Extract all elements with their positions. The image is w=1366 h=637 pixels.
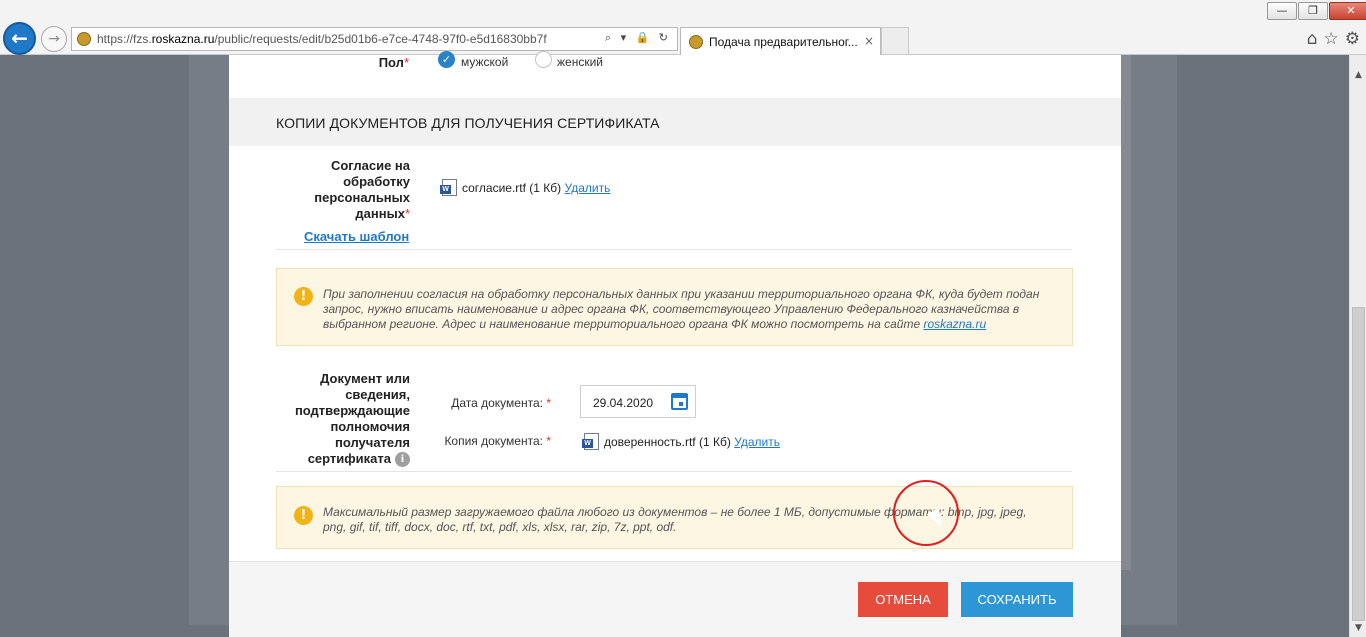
section-header: КОПИИ ДОКУМЕНТОВ ДЛЯ ПОЛУЧЕНИЯ СЕРТИФИКА… bbox=[229, 98, 1121, 146]
download-template-link[interactable]: Скачать шаблон bbox=[304, 229, 409, 244]
gender-option-female[interactable]: женский bbox=[557, 55, 603, 69]
calendar-icon[interactable] bbox=[671, 393, 688, 410]
site-favicon-icon bbox=[77, 32, 91, 46]
browser-chrome: — ❐ ✕ ← → https://fzs.roskazna.ru/public… bbox=[0, 0, 1366, 55]
warning-icon: ! bbox=[294, 287, 313, 306]
gender-row: Пол* ✓ мужской женский bbox=[229, 51, 1121, 79]
section-title: КОПИИ ДОКУМЕНТОВ ДЛЯ ПОЛУЧЕНИЯ СЕРТИФИКА… bbox=[276, 115, 660, 131]
underlying-page-edge-right-inner bbox=[1121, 55, 1131, 570]
gender-label: Пол* bbox=[378, 55, 409, 70]
request-edit-modal: Пол* ✓ мужской женский КОПИИ ДОКУМЕНТОВ … bbox=[229, 51, 1121, 637]
home-icon[interactable]: ⌂ bbox=[1307, 29, 1318, 49]
close-window-button[interactable]: ✕ bbox=[1329, 2, 1366, 20]
gender-radio-male[interactable]: ✓ bbox=[438, 51, 455, 68]
new-tab-button[interactable] bbox=[881, 27, 909, 54]
settings-gear-icon[interactable]: ⚙ bbox=[1345, 29, 1360, 49]
browser-right-icons: ⌂ ☆ ⚙ bbox=[1301, 29, 1360, 49]
document-copy-label: Копия документа: * bbox=[444, 434, 551, 448]
authority-file-name: доверенность.rtf (1 Кб) bbox=[604, 435, 731, 449]
consent-file-name: согласие.rtf (1 Кб) bbox=[462, 181, 562, 195]
page-scrollbar[interactable]: ▲ ▼ bbox=[1349, 55, 1366, 637]
underlying-page-edge-left bbox=[189, 55, 229, 625]
gender-option-male[interactable]: мужской bbox=[461, 55, 508, 69]
authority-file: доверенность.rtf (1 Кб) Удалить bbox=[604, 435, 780, 449]
tab-close-icon[interactable]: × bbox=[864, 34, 874, 48]
favorites-star-icon[interactable]: ☆ bbox=[1324, 29, 1339, 49]
save-button[interactable]: СОХРАНИТЬ bbox=[961, 582, 1073, 617]
forward-button[interactable]: → bbox=[41, 26, 67, 52]
consent-field-label: Согласие на обработку персональных данны… bbox=[314, 158, 410, 221]
consent-delete-link[interactable]: Удалить bbox=[565, 181, 611, 195]
address-bar[interactable]: https://fzs.roskazna.ru/public/requests/… bbox=[71, 27, 678, 51]
document-date-input[interactable]: 29.04.2020 bbox=[580, 385, 696, 418]
document-date-value: 29.04.2020 bbox=[593, 396, 654, 410]
cancel-button[interactable]: ОТМЕНА bbox=[858, 582, 948, 617]
minimize-button[interactable]: — bbox=[1267, 2, 1297, 20]
roskazna-link[interactable]: roskazna.ru bbox=[923, 317, 986, 331]
scroll-up-arrow-icon[interactable]: ▲ bbox=[1350, 67, 1366, 84]
modal-footer: ОТМЕНА СОХРАНИТЬ bbox=[229, 561, 1121, 637]
browser-tab-active[interactable]: Подача предварительног... × bbox=[680, 27, 881, 55]
page-backdrop bbox=[0, 55, 189, 637]
url-text: https://fzs.roskazna.ru/public/requests/… bbox=[97, 32, 547, 46]
consent-file: согласие.rtf (1 Кб) Удалить bbox=[462, 181, 610, 195]
info-icon[interactable]: i bbox=[395, 452, 410, 468]
divider bbox=[276, 249, 1072, 250]
address-tools-icon[interactable]: ⌕ ▾ 🔒 ↻ bbox=[605, 31, 671, 45]
scrollbar-thumb[interactable] bbox=[1352, 307, 1365, 621]
word-document-icon bbox=[440, 179, 457, 196]
click-highlight-circle bbox=[893, 480, 959, 546]
gender-radio-female[interactable] bbox=[535, 51, 552, 68]
consent-notice: ! При заполнении согласия на обработку п… bbox=[276, 268, 1073, 346]
document-date-label: Дата документа: * bbox=[451, 396, 551, 410]
authority-delete-link[interactable]: Удалить bbox=[734, 435, 780, 449]
authority-doc-label: Документ или сведения, подтверждающие по… bbox=[294, 371, 410, 468]
consent-notice-text: При заполнении согласия на обработку пер… bbox=[323, 287, 1040, 331]
maximize-button[interactable]: ❐ bbox=[1298, 2, 1328, 20]
back-button[interactable]: ← bbox=[3, 22, 36, 55]
word-document-icon bbox=[582, 433, 599, 450]
warning-icon: ! bbox=[294, 506, 313, 525]
tab-favicon-icon bbox=[689, 35, 703, 49]
tab-title: Подача предварительног... bbox=[709, 35, 858, 49]
scroll-down-arrow-icon[interactable]: ▼ bbox=[1350, 620, 1366, 637]
divider bbox=[276, 471, 1072, 472]
